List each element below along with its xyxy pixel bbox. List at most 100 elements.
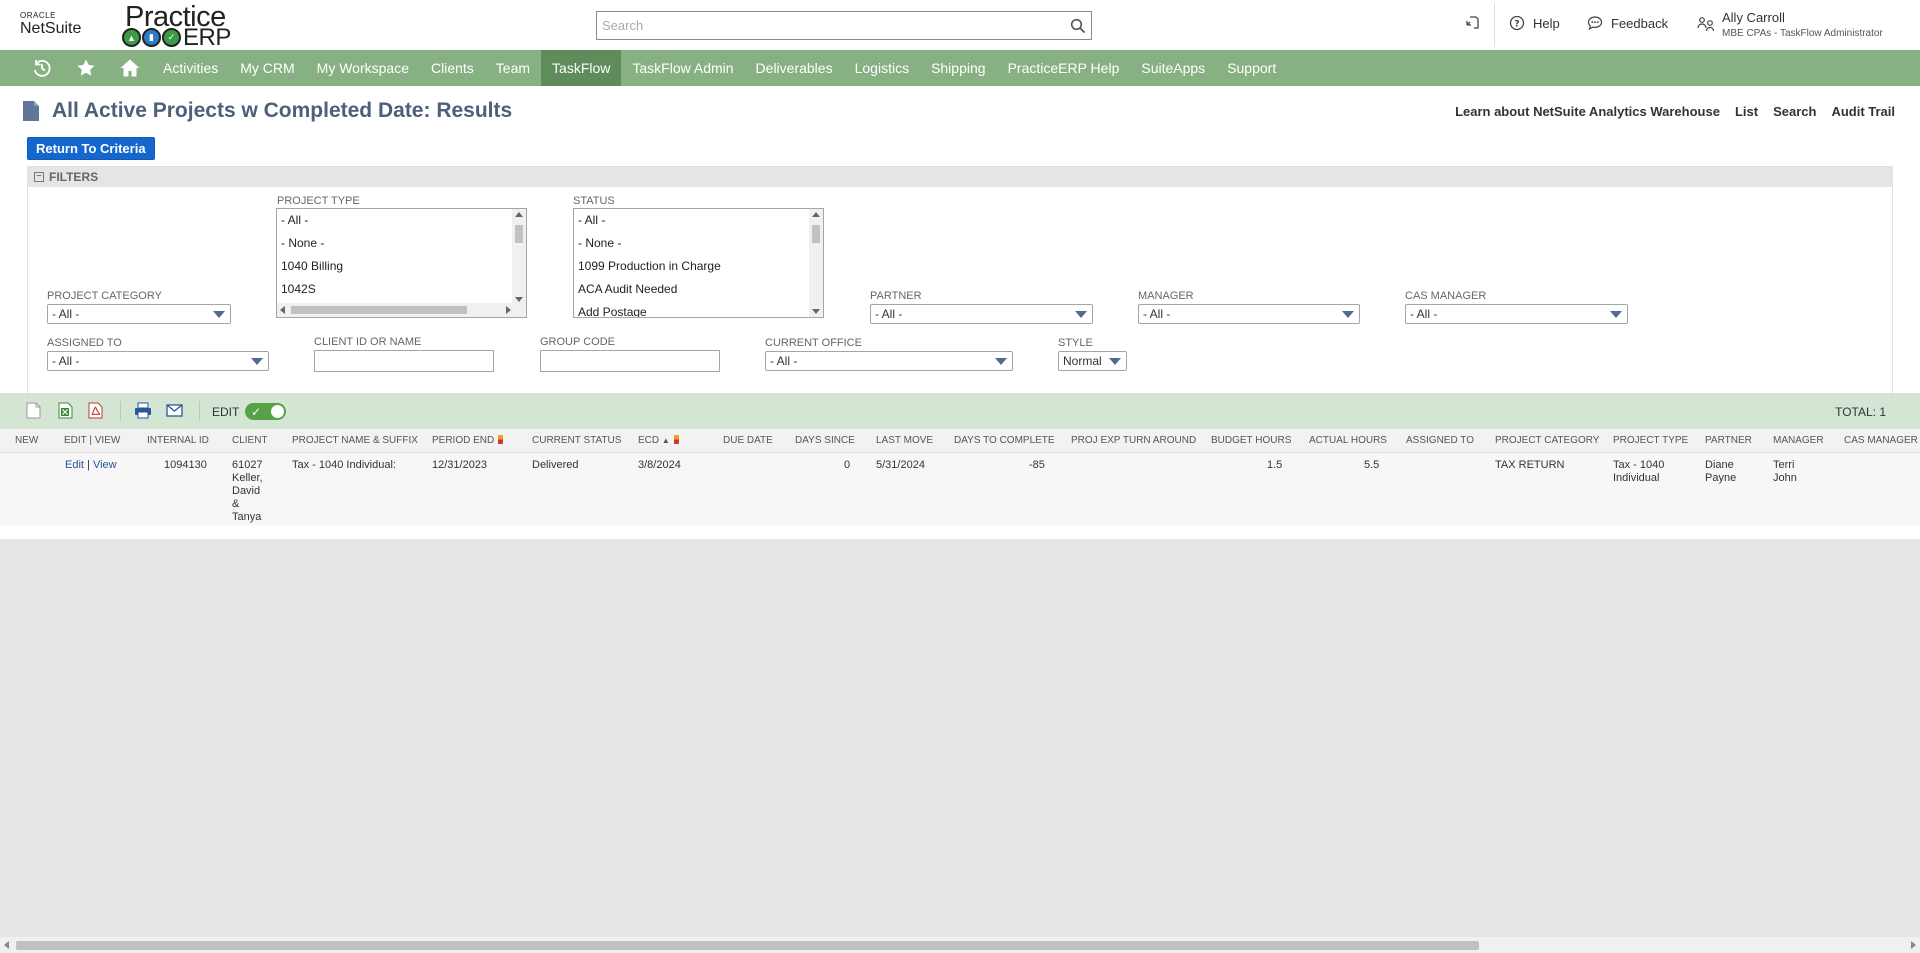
feedback-button[interactable]: Feedback [1587,15,1668,31]
nav-my-workspace[interactable]: My Workspace [306,50,420,86]
list-option[interactable]: - None - [574,232,823,255]
view-link[interactable]: View [93,459,117,471]
col-last-move[interactable]: LAST MOVE [876,435,933,446]
nav-practiceerp-help[interactable]: PracticeERP Help [997,50,1131,86]
export-excel-icon[interactable] [58,402,73,419]
scroll-left-icon[interactable] [4,941,9,949]
col-ecd[interactable]: ECD ▲ [638,435,679,446]
partner-line: Diane [1705,459,1734,471]
nav-my-crm[interactable]: My CRM [229,50,305,86]
col-new[interactable]: NEW [15,435,38,446]
project-type-listbox[interactable]: - All - - None - 1040 Billing 1042S [276,208,527,318]
collapse-icon[interactable]: − [34,172,44,182]
nav-taskflow-admin[interactable]: TaskFlow Admin [621,50,744,86]
erp-wordmark: ERP [183,24,231,51]
col-project-name[interactable]: PROJECT NAME & SUFFIX [292,435,418,446]
list-option[interactable]: 1099 Production in Charge [574,255,823,278]
scroll-right-icon[interactable] [1911,941,1916,949]
page-horizontal-scrollbar[interactable] [0,937,1920,953]
dropdown-caret-icon [995,358,1007,365]
status-listbox[interactable]: - All - - None - 1099 Production in Char… [573,208,824,318]
nav-activities[interactable]: Activities [152,50,229,86]
col-project-category[interactable]: PROJECT CATEGORY [1495,435,1599,446]
col-current-status[interactable]: CURRENT STATUS [532,435,621,446]
search-icon[interactable] [1070,18,1086,34]
dropdown-caret-icon [1610,311,1622,318]
home-icon [120,59,140,77]
nav-deliverables[interactable]: Deliverables [745,50,844,86]
vertical-scrollbar[interactable] [512,209,526,305]
recent-records-button[interactable] [1465,15,1489,31]
return-to-criteria-button[interactable]: Return To Criteria [27,137,155,160]
export-csv-icon[interactable] [26,402,41,419]
partner-label: PARTNER [870,290,922,302]
list-option[interactable]: - None - [277,232,526,255]
edit-toggle[interactable]: ✓ [245,403,286,420]
horizontal-scrollbar[interactable] [277,303,526,317]
list-option[interactable]: Add Postage [574,301,823,317]
practice-erp-logo[interactable]: Practice ▲ ▮ ✓ ERP [122,1,242,51]
list-option[interactable]: - All - [574,209,823,232]
search-input[interactable] [597,12,1047,39]
manager-select[interactable]: - All - [1138,304,1360,324]
nav-taskflow[interactable]: TaskFlow [541,50,622,86]
client-id-input[interactable] [314,350,494,372]
user-role: MBE CPAs - TaskFlow Administrator [1722,28,1883,39]
col-client[interactable]: CLIENT [232,435,268,446]
nav-favorites-button[interactable] [64,50,108,86]
filters-header[interactable]: − FILTERS [28,167,1892,187]
project-type-cell: Tax - 1040 Individual [1613,459,1664,485]
nav-suiteapps[interactable]: SuiteApps [1130,50,1216,86]
list-option[interactable]: 1040 Billing [277,255,526,278]
col-manager[interactable]: MANAGER [1773,435,1824,446]
help-button[interactable]: ? Help [1509,15,1560,31]
current-office-select[interactable]: - All - [765,351,1013,371]
list-option[interactable]: - All - [277,209,526,232]
vertical-scrollbar[interactable] [809,209,823,317]
col-days-to-complete[interactable]: DAYS TO COMPLETE [954,435,1055,446]
col-proj-exp-turn-around[interactable]: PROJ EXP TURN AROUND [1071,435,1196,446]
col-days-since[interactable]: DAYS SINCE [795,435,855,446]
nav-team[interactable]: Team [485,50,541,86]
nav-recent-button[interactable] [20,50,64,86]
col-partner[interactable]: PARTNER [1705,435,1752,446]
export-pdf-icon[interactable] [88,402,103,419]
nav-home-button[interactable] [108,50,152,86]
search-link[interactable]: Search [1773,104,1816,119]
cas-manager-select[interactable]: - All - [1405,304,1628,324]
oracle-netsuite-logo[interactable]: ORACLE NetSuite [20,11,81,37]
select-value: - All - [770,354,798,368]
col-actual-hours[interactable]: ACTUAL HOURS [1309,435,1387,446]
scrollbar-thumb[interactable] [16,941,1479,950]
audit-trail-link[interactable]: Audit Trail [1831,104,1895,119]
select-value: - All - [875,307,903,321]
assigned-to-select[interactable]: - All - [47,351,269,371]
edit-link[interactable]: Edit [65,459,84,471]
col-project-type[interactable]: PROJECT TYPE [1613,435,1688,446]
list-option[interactable]: ACA Audit Needed [574,278,823,301]
col-period-end[interactable]: PERIOD END [432,435,504,446]
client-id-label: CLIENT ID OR NAME [314,336,422,348]
col-cas-manager[interactable]: CAS MANAGER [1844,435,1918,446]
client-line: & [232,498,240,510]
col-assigned-to[interactable]: ASSIGNED TO [1406,435,1474,446]
email-icon[interactable] [166,404,183,417]
project-category-select[interactable]: - All - [47,304,231,324]
col-due-date[interactable]: DUE DATE [723,435,773,446]
nav-shipping[interactable]: Shipping [920,50,997,86]
partner-select[interactable]: - All - [870,304,1093,324]
style-select[interactable]: Normal [1058,351,1127,371]
list-link[interactable]: List [1735,104,1758,119]
dropdown-caret-icon [1342,311,1354,318]
col-internal-id[interactable]: INTERNAL ID [147,435,209,446]
edit-view-cell: Edit | View [65,459,117,472]
analytics-warehouse-link[interactable]: Learn about NetSuite Analytics Warehouse [1455,104,1720,119]
group-code-input[interactable] [540,350,720,372]
col-budget-hours[interactable]: BUDGET HOURS [1211,435,1291,446]
list-option[interactable]: 1042S [277,278,526,301]
nav-logistics[interactable]: Logistics [844,50,920,86]
nav-support[interactable]: Support [1216,50,1287,86]
nav-clients[interactable]: Clients [420,50,485,86]
print-icon[interactable] [134,402,152,419]
document-circle-icon: ▮ [142,28,161,47]
